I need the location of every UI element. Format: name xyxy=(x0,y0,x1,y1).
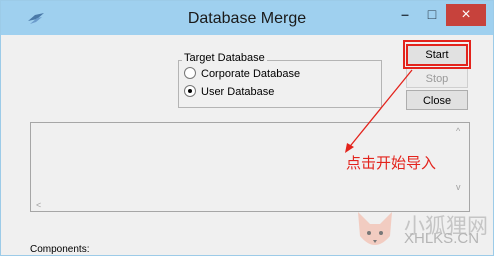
radio-label-user: User Database xyxy=(201,86,275,98)
watermark-url: XHLKS.CN xyxy=(404,230,480,247)
start-button[interactable]: Start xyxy=(406,44,468,66)
radio-unchecked-icon[interactable] xyxy=(184,67,196,80)
radio-corporate-database[interactable]: Corporate Database xyxy=(184,67,301,82)
scroll-left-arrow-icon[interactable]: < xyxy=(36,200,41,210)
maximize-button[interactable]: □ xyxy=(419,3,445,25)
components-label: Components: xyxy=(30,244,90,255)
scroll-down-arrow-icon[interactable]: v xyxy=(456,182,461,192)
radio-label-corporate: Corporate Database xyxy=(201,68,301,80)
radio-checked-icon[interactable] xyxy=(184,85,196,98)
close-window-button[interactable]: × xyxy=(446,4,486,26)
target-database-legend: Target Database xyxy=(182,52,267,64)
fox-logo-icon xyxy=(358,212,392,245)
scroll-up-arrow-icon[interactable]: ^ xyxy=(456,126,460,136)
title-bar: Database Merge – □ × xyxy=(1,1,493,35)
annotation-text: 点击开始导入 xyxy=(346,155,437,172)
stop-button[interactable]: Stop xyxy=(406,68,468,88)
radio-user-database[interactable]: User Database xyxy=(184,85,275,100)
minimize-button[interactable]: – xyxy=(392,3,418,25)
close-button[interactable]: Close xyxy=(406,90,468,110)
